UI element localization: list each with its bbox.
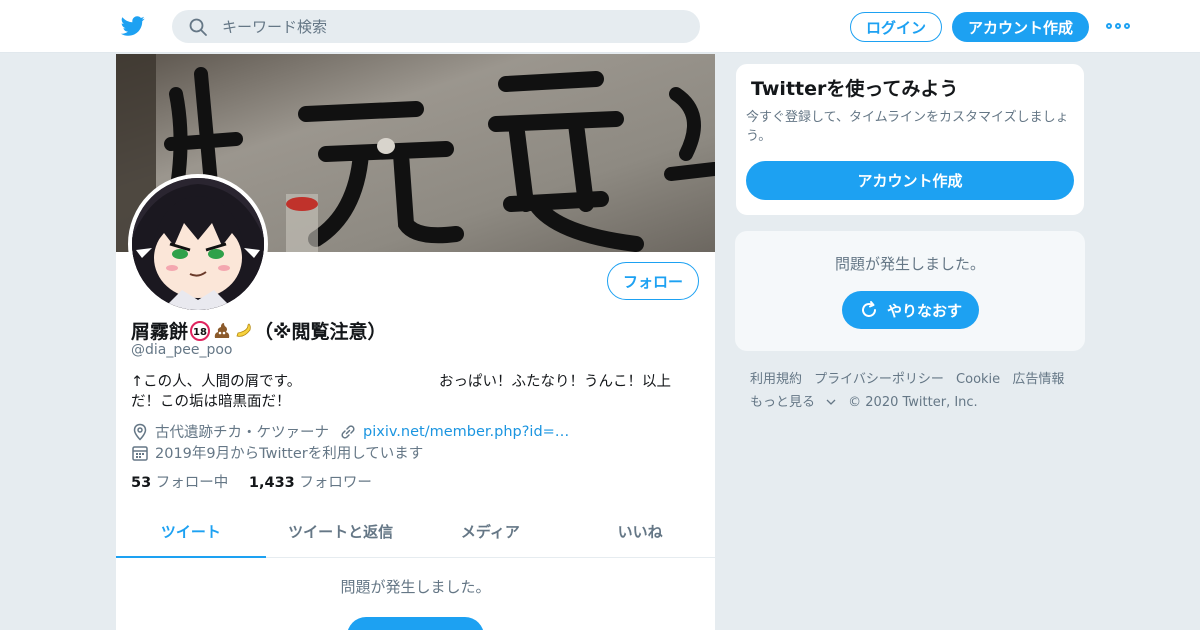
dot (1115, 23, 1121, 29)
top-navigation-bar: ログイン アカウント作成 (0, 0, 1200, 53)
chevron-down-icon (826, 399, 836, 405)
18-prohibited-icon: 18 (190, 320, 211, 341)
refresh-icon (862, 301, 876, 317)
twitter-bird-logo-icon[interactable] (120, 14, 146, 38)
location-pin-icon (133, 423, 147, 441)
login-button[interactable]: ログイン (850, 12, 942, 42)
profile-bio: ↑この人、人間の屑です。 おっぱい！ふたなり！うんこ！以上だ！この垢は暗黒面だ！ (131, 374, 671, 410)
retry-label: やりなおす (886, 301, 962, 320)
footer-row-1: 利用規約 プライバシーポリシー Cookie 広告情報 (750, 368, 1080, 391)
search-box[interactable] (172, 10, 700, 43)
sidebar-error-message: 問題が発生しました。 (834, 255, 985, 273)
profile-handle: @dia_pee_poo (131, 342, 233, 358)
profile-website-link[interactable]: pixiv.net/member.php?id=… (363, 424, 569, 440)
search-icon (189, 18, 207, 36)
link-icon (341, 424, 355, 439)
follow-button[interactable]: フォロー (607, 262, 699, 300)
signup-card: Twitterを使ってみよう 今すぐ登録して、タイムラインをカスタマイズしましょ… (735, 63, 1085, 216)
profile-joined-date: 2019年9月からTwitterを利用しています (155, 446, 424, 462)
following-count: 53 (131, 475, 152, 491)
profile-joined-row: 2019年9月からTwitterを利用しています (131, 442, 423, 463)
signup-card-button[interactable]: アカウント作成 (746, 161, 1074, 200)
follow-counts: 53 フォロー中 1,433 フォロワー (131, 471, 372, 492)
profile-tabs: ツイート ツイートと返信 メディア いいね (116, 505, 715, 558)
followers-label: フォロワー (299, 475, 372, 491)
tab-tweets-and-replies[interactable]: ツイートと返信 (266, 505, 416, 557)
tab-media[interactable]: メディア (416, 505, 566, 557)
signup-card-title: Twitterを使ってみよう (751, 78, 959, 100)
signup-card-description: 今すぐ登録して、タイムラインをカスタマイズしましょう。 (746, 110, 1069, 144)
sidebar-error-card: 問題が発生しました。 やりなおす (735, 231, 1085, 351)
timeline-error-message: 問題が発生しました。 (340, 578, 491, 596)
more-options-icon[interactable] (1104, 16, 1132, 36)
display-name-text: 屑霧餅 (131, 321, 189, 343)
footer-link-privacy[interactable]: プライバシーポリシー (814, 372, 944, 387)
profile-main-column: フォロー 屑霧餅 18 （※閲覧注意） @dia_pee_poo ↑この人、人間… (116, 54, 715, 630)
followers-count: 1,433 (248, 475, 295, 491)
followers-count-link[interactable]: 1,433 フォロワー (249, 475, 372, 491)
poo-icon (214, 322, 230, 338)
dot (1106, 23, 1112, 29)
footer-more-label: もっと見る (750, 395, 816, 410)
tab-tweets[interactable]: ツイート (116, 505, 266, 558)
footer-copyright: © 2020 Twitter, Inc. (848, 395, 978, 410)
sidebar-footer: 利用規約 プライバシーポリシー Cookie 広告情報 もっと見る © 2020… (750, 368, 1080, 414)
signup-button[interactable]: アカウント作成 (952, 12, 1089, 42)
banana-icon (236, 322, 251, 337)
dot (1124, 23, 1130, 29)
calendar-icon (132, 445, 148, 461)
svg-text:18: 18 (193, 327, 207, 338)
search-input[interactable] (222, 10, 682, 43)
sidebar-retry-button[interactable]: やりなおす (842, 291, 979, 329)
profile-meta-row: 古代遺跡チカ・ケツァーナ pixiv.net/member.php?id=… (131, 421, 569, 442)
profile-display-name: 屑霧餅 18 （※閲覧注意） (131, 317, 387, 344)
footer-link-more[interactable]: もっと見る (750, 395, 836, 410)
display-name-suffix: （※閲覧注意） (254, 321, 387, 343)
profile-avatar[interactable] (128, 174, 268, 314)
tab-likes[interactable]: いいね (565, 505, 715, 557)
profile-location: 古代遺跡チカ・ケツァーナ (155, 425, 329, 441)
footer-row-2: もっと見る © 2020 Twitter, Inc. (750, 391, 1080, 414)
following-label: フォロー中 (155, 475, 229, 491)
footer-link-cookie[interactable]: Cookie (956, 372, 1000, 387)
footer-link-ads[interactable]: 広告情報 (1012, 372, 1064, 387)
footer-link-terms[interactable]: 利用規約 (750, 372, 802, 387)
timeline-retry-button[interactable] (347, 617, 484, 630)
following-count-link[interactable]: 53 フォロー中 (131, 475, 228, 491)
avatar-anime-character-image (132, 178, 264, 310)
